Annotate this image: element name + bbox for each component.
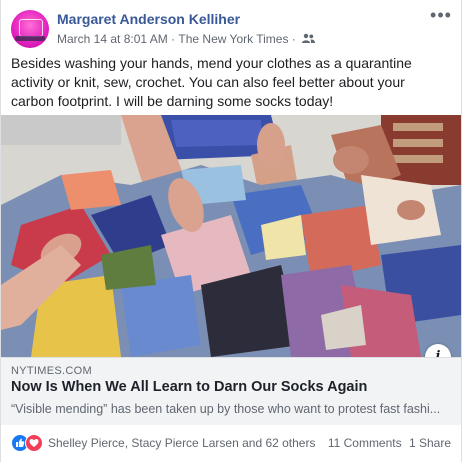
post-timestamp[interactable]: March 14 at 8:01 AM [57, 32, 168, 46]
link-preview[interactable]: NYTIMES.COM Now Is When We All Learn to … [1, 357, 461, 425]
avatar[interactable] [11, 10, 49, 48]
engagement-counts: 11 Comments 1 Share [324, 436, 451, 450]
link-headline[interactable]: Now Is When We All Learn to Darn Our Soc… [11, 379, 367, 395]
link-domain: NYTIMES.COM [11, 365, 92, 377]
shares-count[interactable]: 1 Share [409, 436, 451, 450]
avatar-tag [15, 36, 45, 41]
post-header: Margaret Anderson Kelliher March 14 at 8… [11, 6, 453, 50]
meta-separator: · [167, 31, 179, 46]
comments-count[interactable]: 11 Comments [328, 436, 402, 450]
meta-separator-2: · [288, 31, 300, 46]
avatar-badge [19, 19, 43, 37]
more-options-icon[interactable]: ••• [429, 6, 453, 28]
reactors-text[interactable]: Shelley Pierce, Stacy Pierce Larsen and … [48, 436, 315, 450]
post-text: Besides washing your hands, mend your cl… [11, 55, 412, 109]
friends-icon[interactable] [302, 33, 316, 44]
link-description: “Visible mending” has been taken up by t… [11, 402, 441, 416]
link-preview-image[interactable]: i [1, 115, 461, 357]
post-meta: March 14 at 8:01 AM · The New York Times… [57, 31, 316, 46]
love-icon [25, 434, 43, 452]
post-footer: Shelley Pierce, Stacy Pierce Larsen and … [11, 432, 451, 454]
post-source[interactable]: The New York Times [178, 32, 288, 46]
reaction-icons[interactable] [11, 434, 45, 452]
sewing-scraps-photo [1, 115, 461, 357]
author-name[interactable]: Margaret Anderson Kelliher [57, 11, 240, 27]
feed-post: Margaret Anderson Kelliher March 14 at 8… [0, 0, 462, 462]
